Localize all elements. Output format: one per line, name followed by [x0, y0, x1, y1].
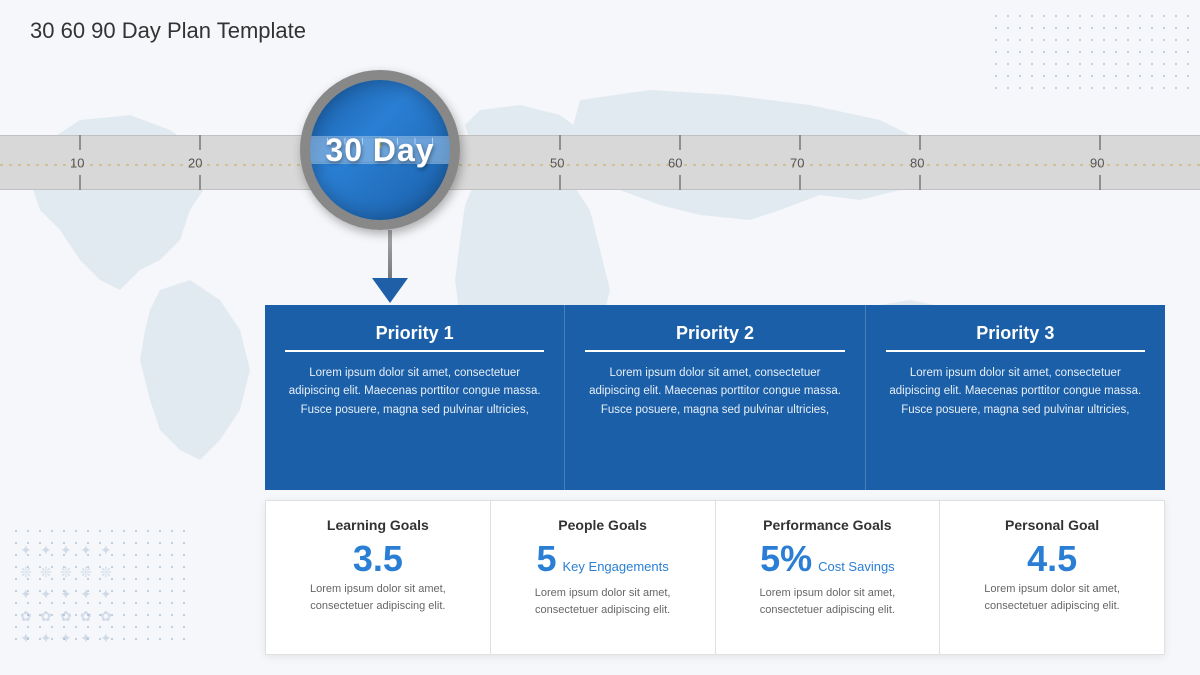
- ruler: // Ticks drawn inline 10 20 40: [0, 135, 1200, 190]
- goal-card-personal: Personal Goal 4.5 Lorem ipsum dolor sit …: [940, 501, 1164, 654]
- priority-3-text: Lorem ipsum dolor sit amet, consectetuer…: [886, 364, 1145, 419]
- personal-goal-title: Personal Goal: [1005, 517, 1099, 533]
- svg-text:✦: ✦: [40, 586, 52, 602]
- ruler-mark-20: 20: [188, 155, 202, 170]
- ruler-mark-90: 90: [1090, 155, 1104, 170]
- svg-text:❊: ❊: [80, 564, 92, 580]
- ruler-mark-10: 10: [70, 155, 84, 170]
- goals-section: Learning Goals 3.5 Lorem ipsum dolor sit…: [265, 500, 1165, 655]
- magnifier-handle: [388, 230, 392, 280]
- people-goals-text: Lorem ipsum dolor sit amet, consectetuer…: [511, 585, 695, 618]
- people-goals-value-row: 5 Key Engagements: [536, 541, 668, 581]
- priority-card-1: Priority 1 Lorem ipsum dolor sit amet, c…: [265, 305, 565, 490]
- priority-section: Priority 1 Lorem ipsum dolor sit amet, c…: [265, 305, 1165, 490]
- goal-card-people: People Goals 5 Key Engagements Lorem ips…: [491, 501, 716, 654]
- people-goals-label: Key Engagements: [563, 559, 669, 574]
- magnifier-circle: 30 Day: [300, 70, 460, 230]
- svg-text:✦: ✦: [80, 630, 92, 646]
- performance-goals-value: 5%: [760, 541, 812, 577]
- priority-1-text: Lorem ipsum dolor sit amet, consectetuer…: [285, 364, 544, 419]
- magnifier-label: 30 Day: [325, 132, 434, 169]
- magnifier-arrow: [372, 278, 408, 303]
- ruler-mark-70: 70: [790, 155, 804, 170]
- learning-goals-text: Lorem ipsum dolor sit amet, consectetuer…: [286, 581, 470, 614]
- svg-text:✦: ✦: [20, 542, 32, 558]
- priority-card-2: Priority 2 Lorem ipsum dolor sit amet, c…: [565, 305, 865, 490]
- svg-text:✦: ✦: [100, 586, 112, 602]
- learning-goals-value: 3.5: [353, 541, 403, 577]
- svg-text:✦: ✦: [100, 542, 112, 558]
- svg-text:❊: ❊: [20, 564, 32, 580]
- performance-goals-label: Cost Savings: [818, 559, 895, 574]
- magnifier: 30 Day: [300, 70, 480, 270]
- svg-text:✦: ✦: [100, 630, 112, 646]
- svg-text:✦: ✦: [80, 542, 92, 558]
- decorative-pattern: ✦ ✦ ✦ ✦ ✦ ❊ ❊ ❊ ❊ ❊ ✦ ✦ ✦ ✦ ✦ ✿ ✿ ✿ ✿ ✿ ✦ ✦ ✦ ✦ ✦: [15, 535, 195, 655]
- people-goals-value: 5: [536, 541, 556, 577]
- svg-text:❊: ❊: [40, 564, 52, 580]
- svg-text:✦: ✦: [60, 586, 72, 602]
- priority-card-3: Priority 3 Lorem ipsum dolor sit amet, c…: [866, 305, 1165, 490]
- svg-text:✿: ✿: [40, 608, 52, 624]
- priority-2-text: Lorem ipsum dolor sit amet, consectetuer…: [585, 364, 844, 419]
- ruler-mark-60: 60: [668, 155, 682, 170]
- performance-goals-value-row: 5% Cost Savings: [760, 541, 895, 581]
- performance-goals-text: Lorem ipsum dolor sit amet, consectetuer…: [736, 585, 920, 618]
- priority-2-title: Priority 2: [585, 323, 844, 352]
- page-title: 30 60 90 Day Plan Template: [30, 18, 306, 44]
- svg-text:✿: ✿: [100, 608, 112, 624]
- svg-text:✦: ✦: [60, 542, 72, 558]
- learning-goals-title: Learning Goals: [327, 517, 429, 533]
- svg-text:✦: ✦: [20, 630, 32, 646]
- people-goals-title: People Goals: [558, 517, 647, 533]
- svg-text:❊: ❊: [100, 564, 112, 580]
- svg-text:✿: ✿: [80, 608, 92, 624]
- ruler-mark-80: 80: [910, 155, 924, 170]
- svg-text:✦: ✦: [80, 586, 92, 602]
- svg-text:❊: ❊: [60, 564, 72, 580]
- svg-text:✦: ✦: [20, 586, 32, 602]
- ruler-ticks: // Ticks drawn inline: [0, 135, 1200, 190]
- personal-goal-text: Lorem ipsum dolor sit amet, consectetuer…: [960, 581, 1144, 614]
- performance-goals-title: Performance Goals: [763, 517, 891, 533]
- svg-text:✿: ✿: [60, 608, 72, 624]
- goal-card-learning: Learning Goals 3.5 Lorem ipsum dolor sit…: [266, 501, 491, 654]
- priority-1-title: Priority 1: [285, 323, 544, 352]
- svg-text:✦: ✦: [40, 630, 52, 646]
- svg-text:✦: ✦: [40, 542, 52, 558]
- priority-3-title: Priority 3: [886, 323, 1145, 352]
- ruler-mark-50: 50: [550, 155, 564, 170]
- goal-card-performance: Performance Goals 5% Cost Savings Lorem …: [716, 501, 941, 654]
- personal-goal-value: 4.5: [1027, 541, 1077, 577]
- svg-text:✿: ✿: [20, 608, 32, 624]
- svg-text:✦: ✦: [60, 630, 72, 646]
